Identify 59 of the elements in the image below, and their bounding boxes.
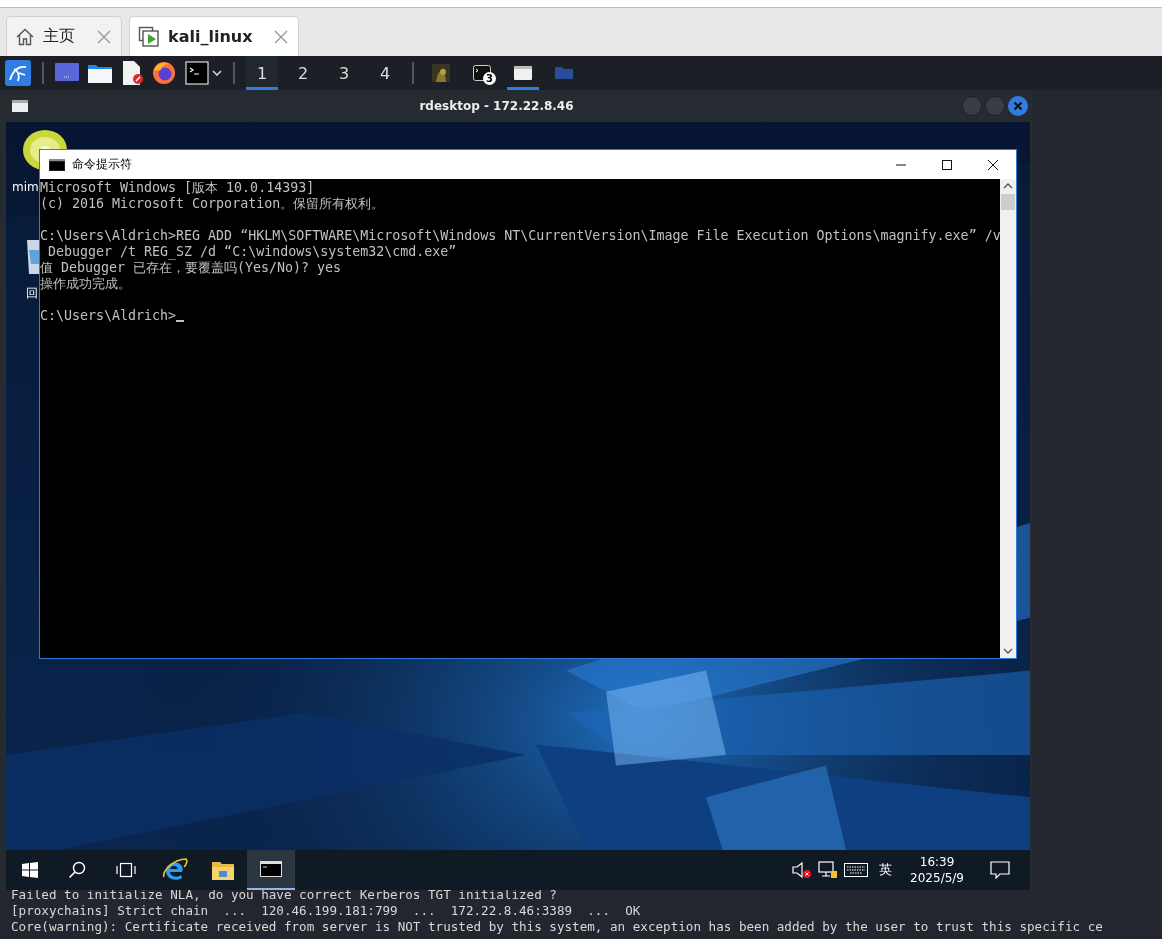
console-line: Microsoft Windows [版本 10.0.14393] — [40, 180, 315, 196]
document-icon[interactable] — [121, 61, 143, 85]
workspace-button[interactable]: 4 — [369, 56, 401, 90]
close-icon[interactable] — [97, 29, 111, 44]
terminal-icon — [473, 65, 491, 81]
console-line: 值 Debugger 已存在，要覆盖吗(Yes/No)? yes — [40, 260, 342, 276]
console-line: C:\Users\Aldrich> — [40, 308, 177, 324]
window-icon — [12, 100, 28, 112]
count-badge: 3 — [483, 72, 496, 85]
scroll-down-icon[interactable] — [1003, 648, 1013, 654]
image-thumbnail-icon — [432, 64, 450, 82]
terminal-line: [proxychains] Strict chain ... 120.46.199.181:799 ... 172.22.8.46:3389 ... OK — [11, 903, 641, 919]
clock[interactable]: 16:39 2025/5/9 — [910, 854, 964, 886]
desktop-icon-label: 回 — [26, 285, 38, 302]
desktop-icon-label: mim — [12, 180, 39, 194]
console-line: Debugger /t REG_SZ /d “C:\windows\system32\cmd.exe” — [47, 244, 457, 260]
terminal-line: Core(warning): Certificate received from server is NOT trusted by this system, an exception has been added by the user to trust this specific ce — [11, 919, 1103, 935]
virtual-machine-icon — [138, 25, 160, 48]
folder-icon — [212, 860, 234, 880]
folder-icon — [555, 67, 573, 79]
folder-icon[interactable] — [88, 63, 112, 83]
notification-icon[interactable] — [990, 861, 1010, 879]
console-icon — [260, 861, 282, 877]
window-button[interactable]: 3 — [466, 56, 498, 90]
window-title: rdesktop - 172.22.8.46 — [418, 99, 575, 113]
console-line: C:\Users\Aldrich>REG ADD “HKLM\SOFTWARE\Microsoft\Windows NT\CurrentVersion\Image File Execution Options\magnify.exe” /v — [40, 228, 1000, 244]
windows-logo-icon[interactable] — [22, 862, 38, 878]
firefox-icon[interactable] — [152, 61, 176, 85]
search-icon[interactable] — [68, 861, 86, 879]
workspace-button[interactable]: 1 — [246, 56, 278, 90]
console-icon — [49, 158, 65, 171]
workspace-button[interactable]: 3 — [328, 56, 360, 90]
input-method-indicator[interactable]: 英 — [879, 861, 893, 879]
home-icon — [15, 26, 35, 47]
browser-tab[interactable]: 主页 — [6, 16, 122, 56]
muted-speaker-icon[interactable] — [792, 861, 813, 879]
workspace-button[interactable]: 2 — [287, 56, 319, 90]
taskbar-app[interactable] — [247, 850, 295, 890]
caret-icon[interactable] — [212, 70, 222, 76]
terminal-line: Failed to initialize NLA, do you have correct Kerberos TGT initialized ? — [11, 887, 557, 903]
task-view-icon[interactable] — [116, 862, 136, 878]
keyboard-icon[interactable] — [844, 863, 869, 877]
window-icon — [514, 66, 532, 80]
scroll-up-icon[interactable] — [1003, 183, 1013, 189]
tab-label: 主页 — [43, 26, 75, 47]
scroll-thumb[interactable] — [1001, 194, 1015, 210]
desktop-icon[interactable] — [55, 63, 79, 83]
scrollbar[interactable] — [1000, 179, 1016, 658]
network-icon[interactable] — [818, 861, 839, 879]
browser-tab[interactable]: kali_linux — [129, 16, 300, 56]
browser-e-icon — [162, 857, 188, 883]
console-line: 操作成功完成。 — [40, 276, 131, 292]
terminal-icon[interactable] — [185, 61, 209, 85]
tab-label: kali_linux — [168, 27, 253, 46]
text-cursor — [176, 320, 185, 322]
console-line: (c) 2016 Microsoft Corporation。保留所有权利。 — [40, 196, 385, 212]
dragon-logo-icon[interactable] — [5, 60, 31, 86]
window-title: 命令提示符 — [72, 156, 132, 173]
close-icon[interactable] — [274, 29, 289, 44]
